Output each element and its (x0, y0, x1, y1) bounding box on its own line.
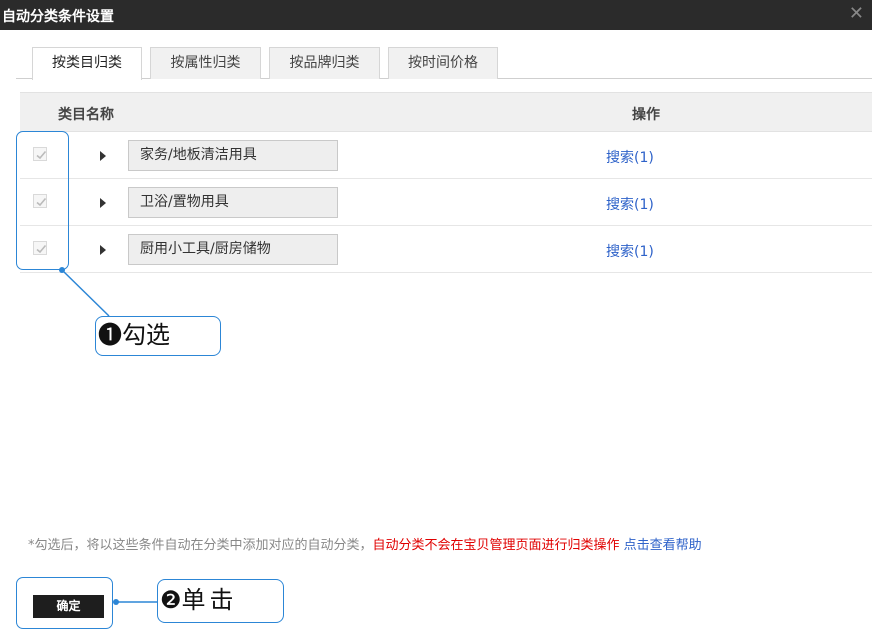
callout-text: 勾选 (122, 321, 170, 349)
callout-click: ❷单击 (157, 579, 284, 623)
callout-number: ❶ (98, 321, 122, 349)
callout-text: 单击 (181, 586, 238, 614)
callout-number: ❷ (160, 586, 182, 614)
callout-check: ❶勾选 (95, 316, 221, 356)
